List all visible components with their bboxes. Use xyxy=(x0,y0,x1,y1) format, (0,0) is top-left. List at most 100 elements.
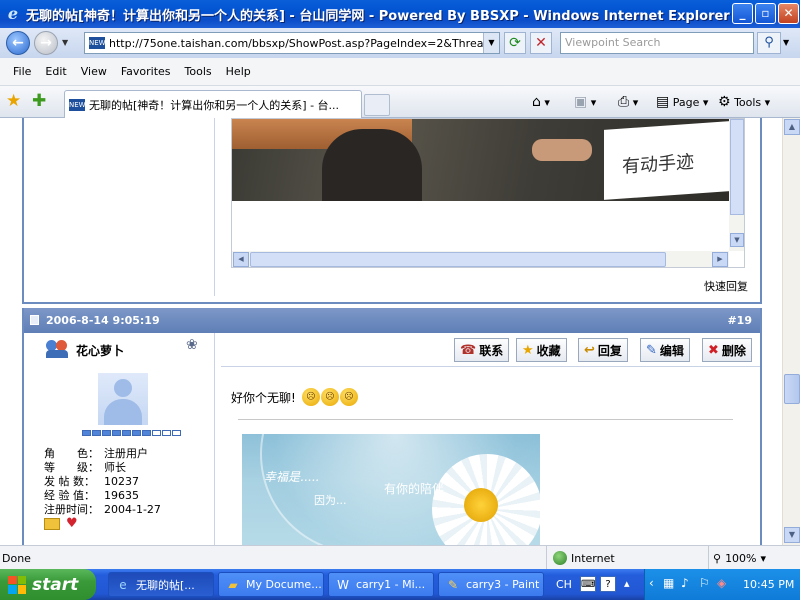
taskbar: start e 无聊的帖[... ▰ My Docume... Wcarry1 - … xyxy=(0,569,800,600)
frame-scroll-thumb[interactable] xyxy=(730,119,744,215)
info-row-posts: 发 帖 数： 10237 xyxy=(44,475,161,489)
search-options-dropdown-icon[interactable]: ▼ xyxy=(783,38,789,47)
frame-scroll-left-icon[interactable]: ◀ xyxy=(233,252,249,267)
reply-icon: ↩ xyxy=(584,342,595,358)
close-button[interactable]: ✕ xyxy=(778,3,799,24)
post-floor-number[interactable]: #19 xyxy=(727,314,752,327)
contact-button[interactable]: ☎ 联系 xyxy=(454,338,510,362)
menu-view[interactable]: View xyxy=(74,65,114,78)
refresh-button[interactable]: ⟳ xyxy=(504,32,526,54)
task-paint[interactable]: ✎ carry3 - Paint xyxy=(438,572,544,597)
delete-button[interactable]: ✖ 删除 xyxy=(702,338,752,362)
frame-scroll-right-icon[interactable]: ▶ xyxy=(712,252,728,267)
folder-icon[interactable] xyxy=(44,518,60,530)
embedded-image-frame: 有动手迹 ▼ ◀ ▶ xyxy=(231,118,745,268)
favorites-center-icon[interactable]: ★ xyxy=(6,91,21,111)
home-button[interactable]: ⌂ ▾ xyxy=(532,94,550,110)
author-action-icons: ♥ xyxy=(44,517,78,530)
search-input[interactable]: Viewpoint Search xyxy=(560,32,754,54)
menu-help[interactable]: Help xyxy=(219,65,258,78)
rank-segment xyxy=(162,430,171,436)
info-row-registered: 注册时间： 2004-1-27 xyxy=(44,503,161,517)
menu-bar: File Edit View Favorites Tools Help xyxy=(0,58,800,86)
address-dropdown-icon[interactable]: ▼ xyxy=(483,33,499,53)
menu-edit[interactable]: Edit xyxy=(38,65,73,78)
heart-icon[interactable]: ♥ xyxy=(66,517,78,530)
back-button[interactable]: ← xyxy=(6,31,30,55)
reply-button[interactable]: ↩ 回复 xyxy=(578,338,628,362)
task-ie[interactable]: e 无聊的帖[... xyxy=(108,572,214,597)
new-tab-button[interactable] xyxy=(364,94,390,116)
print-button[interactable]: ⎙ ▾ xyxy=(618,94,638,110)
frame-horizontal-scrollbar[interactable]: ◀ ▶ xyxy=(232,251,729,267)
ie-icon: e xyxy=(119,577,127,592)
network-icon[interactable]: ▦ xyxy=(663,576,674,590)
search-icon[interactable]: ⚲ xyxy=(757,32,781,54)
quick-reply-link[interactable]: 快速回复 xyxy=(704,278,748,294)
menu-tools[interactable]: Tools xyxy=(178,65,219,78)
rank-segment xyxy=(92,430,101,436)
image-daisy-center xyxy=(464,488,498,522)
tray-expand-icon[interactable]: ‹ xyxy=(649,576,654,590)
recent-pages-dropdown-icon[interactable]: ▼ xyxy=(62,38,68,47)
page-content: 有动手迹 ▼ ◀ ▶ 快速回复 2006-8-14 9:05:19 #19 花心… xyxy=(0,118,782,545)
site-icon: NEW xyxy=(89,37,106,49)
page-icon: ▤ xyxy=(656,94,670,110)
zoom-control[interactable]: ⚲ 100% ▾ xyxy=(708,546,800,570)
tab-bar: ★ ✚ NEW 无聊的帖[神奇！计算出你和另一个人的关系] - 台... ⌂ ▾… xyxy=(0,86,800,118)
scroll-up-icon[interactable]: ▲ xyxy=(784,119,800,135)
tab-active[interactable]: NEW 无聊的帖[神奇！计算出你和另一个人的关系] - 台... xyxy=(64,90,362,118)
post-document-icon xyxy=(30,315,39,325)
windows-logo-icon xyxy=(8,575,26,594)
zoom-dropdown-icon[interactable]: ▾ xyxy=(761,552,767,565)
info-label: 注册时间： xyxy=(44,503,99,516)
stop-button[interactable]: ✕ xyxy=(530,32,552,54)
info-label: 等 级： xyxy=(44,461,99,474)
address-url[interactable]: http://75one.taishan.com/bbsxp/ShowPost.… xyxy=(109,37,499,50)
minimize-button[interactable]: _ xyxy=(732,3,753,24)
post-19: 2006-8-14 9:05:19 #19 花心萝卜 ❀ 角 色： 注册用户 等 … xyxy=(22,308,762,545)
address-bar[interactable]: NEW http://75one.taishan.com/bbsxp/ShowP… xyxy=(84,32,500,54)
help-icon[interactable]: ? xyxy=(600,576,616,592)
security-icon[interactable]: ◈ xyxy=(717,576,726,590)
safely-remove-icon[interactable]: ⚐ xyxy=(699,576,710,590)
security-zone[interactable]: Internet xyxy=(546,546,706,570)
edit-button[interactable]: ✎ 编辑 xyxy=(640,338,690,362)
start-button[interactable]: start xyxy=(0,569,96,600)
frame-hscroll-thumb[interactable] xyxy=(250,252,666,267)
author-name[interactable]: 花心萝卜 xyxy=(76,342,124,359)
avatar xyxy=(98,373,148,425)
forward-button[interactable]: → xyxy=(34,31,58,55)
ime-icon[interactable]: ⌨ xyxy=(580,576,596,592)
image-text: 幸福是..... xyxy=(264,470,320,484)
edit-icon: ✎ xyxy=(646,342,657,358)
page-vertical-scrollbar[interactable]: ▲ ▼ xyxy=(782,118,800,545)
language-indicator[interactable]: CH xyxy=(556,578,572,591)
photo-region xyxy=(532,139,592,161)
smiley-icon: ☹ xyxy=(301,388,320,406)
info-value: 2004-1-27 xyxy=(104,503,161,516)
page-scroll-thumb[interactable] xyxy=(784,374,800,404)
info-row-level: 等 级： 师长 xyxy=(44,461,161,475)
scroll-down-icon[interactable]: ▼ xyxy=(784,527,800,543)
volume-icon[interactable]: ♪ xyxy=(681,576,689,590)
tab-site-icon: NEW xyxy=(69,98,86,111)
page-menu-button[interactable]: ▤ Page ▾ xyxy=(656,94,708,110)
restore-button[interactable]: ▫ xyxy=(755,3,776,24)
edit-label: 编辑 xyxy=(659,343,684,358)
task-carry1[interactable]: Wcarry1 - Mi... xyxy=(328,572,434,597)
menu-favorites[interactable]: Favorites xyxy=(114,65,178,78)
add-favorite-icon[interactable]: ✚ xyxy=(32,91,46,111)
feeds-button[interactable]: ▣ ▾ xyxy=(574,94,596,110)
task-my-documents[interactable]: ▰ My Docume... xyxy=(218,572,324,597)
post-divider xyxy=(238,419,733,420)
clock: 10:45 PM xyxy=(743,578,795,591)
favorite-button[interactable]: ★ 收藏 xyxy=(516,338,567,362)
word-icon: W xyxy=(337,577,349,592)
frame-vertical-scrollbar[interactable]: ▼ xyxy=(729,119,744,251)
tray-options-icon[interactable]: ▴ xyxy=(624,577,630,590)
info-label: 发 帖 数： xyxy=(44,475,95,488)
frame-scroll-down-icon[interactable]: ▼ xyxy=(730,233,744,247)
tools-menu-button[interactable]: ⚙ Tools ▾ xyxy=(718,94,770,110)
menu-file[interactable]: File xyxy=(6,65,38,78)
